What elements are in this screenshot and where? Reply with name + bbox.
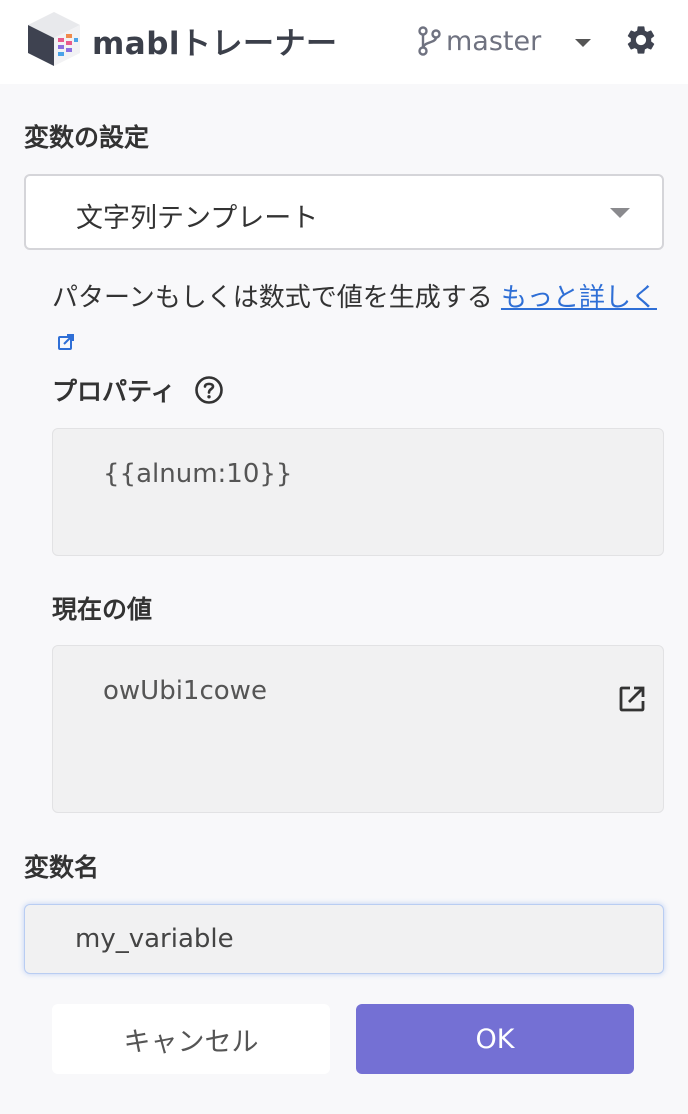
- cancel-button[interactable]: キャンセル: [52, 1004, 330, 1074]
- template-value: {{alnum:10}}: [103, 459, 293, 489]
- variable-type-value: 文字列テンプレート: [76, 203, 319, 234]
- current-value-box: owUbi1cowe: [52, 645, 664, 813]
- git-branch-icon: [418, 26, 441, 56]
- app-header: mablトレーナー master: [0, 0, 688, 84]
- template-value-box[interactable]: {{alnum:10}}: [52, 428, 664, 556]
- gear-icon[interactable]: [624, 22, 658, 58]
- app-title: mablトレーナー: [92, 26, 338, 62]
- current-value: owUbi1cowe: [103, 676, 267, 706]
- properties-title: プロパティ: [52, 377, 176, 406]
- ok-button[interactable]: OK: [356, 1004, 634, 1074]
- section-title: 変数の設定: [24, 123, 150, 152]
- variable-name-title: 変数名: [24, 853, 100, 882]
- learn-more-text: もっと詳しく: [500, 283, 657, 313]
- description-text: パターンもしくは数式で値を生成する: [52, 283, 501, 313]
- branch-selector[interactable]: master: [416, 24, 541, 58]
- help-circle-icon[interactable]: [194, 375, 224, 405]
- current-value-title: 現在の値: [52, 595, 153, 624]
- variable-name-input[interactable]: [24, 904, 664, 974]
- caret-down-icon: [610, 208, 630, 218]
- open-external-icon[interactable]: [617, 684, 647, 714]
- branch-name: master: [446, 25, 542, 57]
- properties-header: プロパティ: [52, 370, 224, 410]
- mabl-logo-icon: [28, 12, 80, 66]
- chevron-down-icon[interactable]: [572, 36, 594, 50]
- type-description: パターンもしくは数式で値を生成する もっと詳しく: [52, 276, 668, 364]
- variable-type-select[interactable]: 文字列テンプレート: [24, 174, 664, 250]
- external-link-icon: [58, 334, 74, 350]
